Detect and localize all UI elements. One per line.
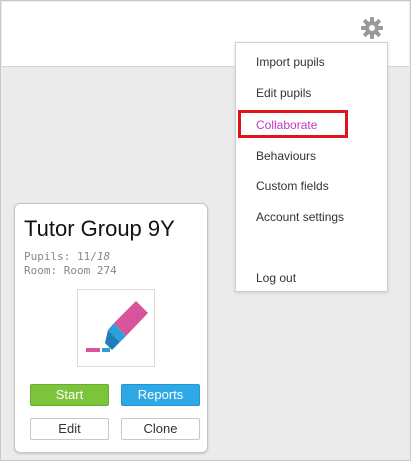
start-button[interactable]: Start <box>30 384 109 406</box>
menu-item-behaviours[interactable]: Behaviours <box>256 149 316 163</box>
reports-button[interactable]: Reports <box>121 384 200 406</box>
pupils-label: Pupils: 11/ <box>24 250 97 263</box>
menu-item-edit-pupils[interactable]: Edit pupils <box>256 86 311 100</box>
pupils-total: 18 <box>96 250 111 263</box>
settings-dropdown-menu: Import pupils Edit pupils Collaborate Be… <box>235 42 388 292</box>
pupils-count: Pupils: 11/18 <box>24 250 110 263</box>
class-logo[interactable] <box>77 289 155 367</box>
class-title[interactable]: Tutor Group 9Y <box>24 216 175 242</box>
highlighter-icon <box>86 301 148 352</box>
class-card: Tutor Group 9Y Pupils: 11/18 Room: Room … <box>14 203 208 453</box>
edit-button[interactable]: Edit <box>30 418 109 440</box>
room-label: Room: Room 274 <box>24 264 117 277</box>
menu-item-custom-fields[interactable]: Custom fields <box>256 179 329 193</box>
menu-item-log-out[interactable]: Log out <box>256 271 296 285</box>
menu-item-account-settings[interactable]: Account settings <box>256 210 344 224</box>
menu-item-import-pupils[interactable]: Import pupils <box>256 55 325 69</box>
clone-button[interactable]: Clone <box>121 418 200 440</box>
gear-icon[interactable] <box>360 16 384 40</box>
menu-item-collaborate[interactable]: Collaborate <box>256 118 317 132</box>
